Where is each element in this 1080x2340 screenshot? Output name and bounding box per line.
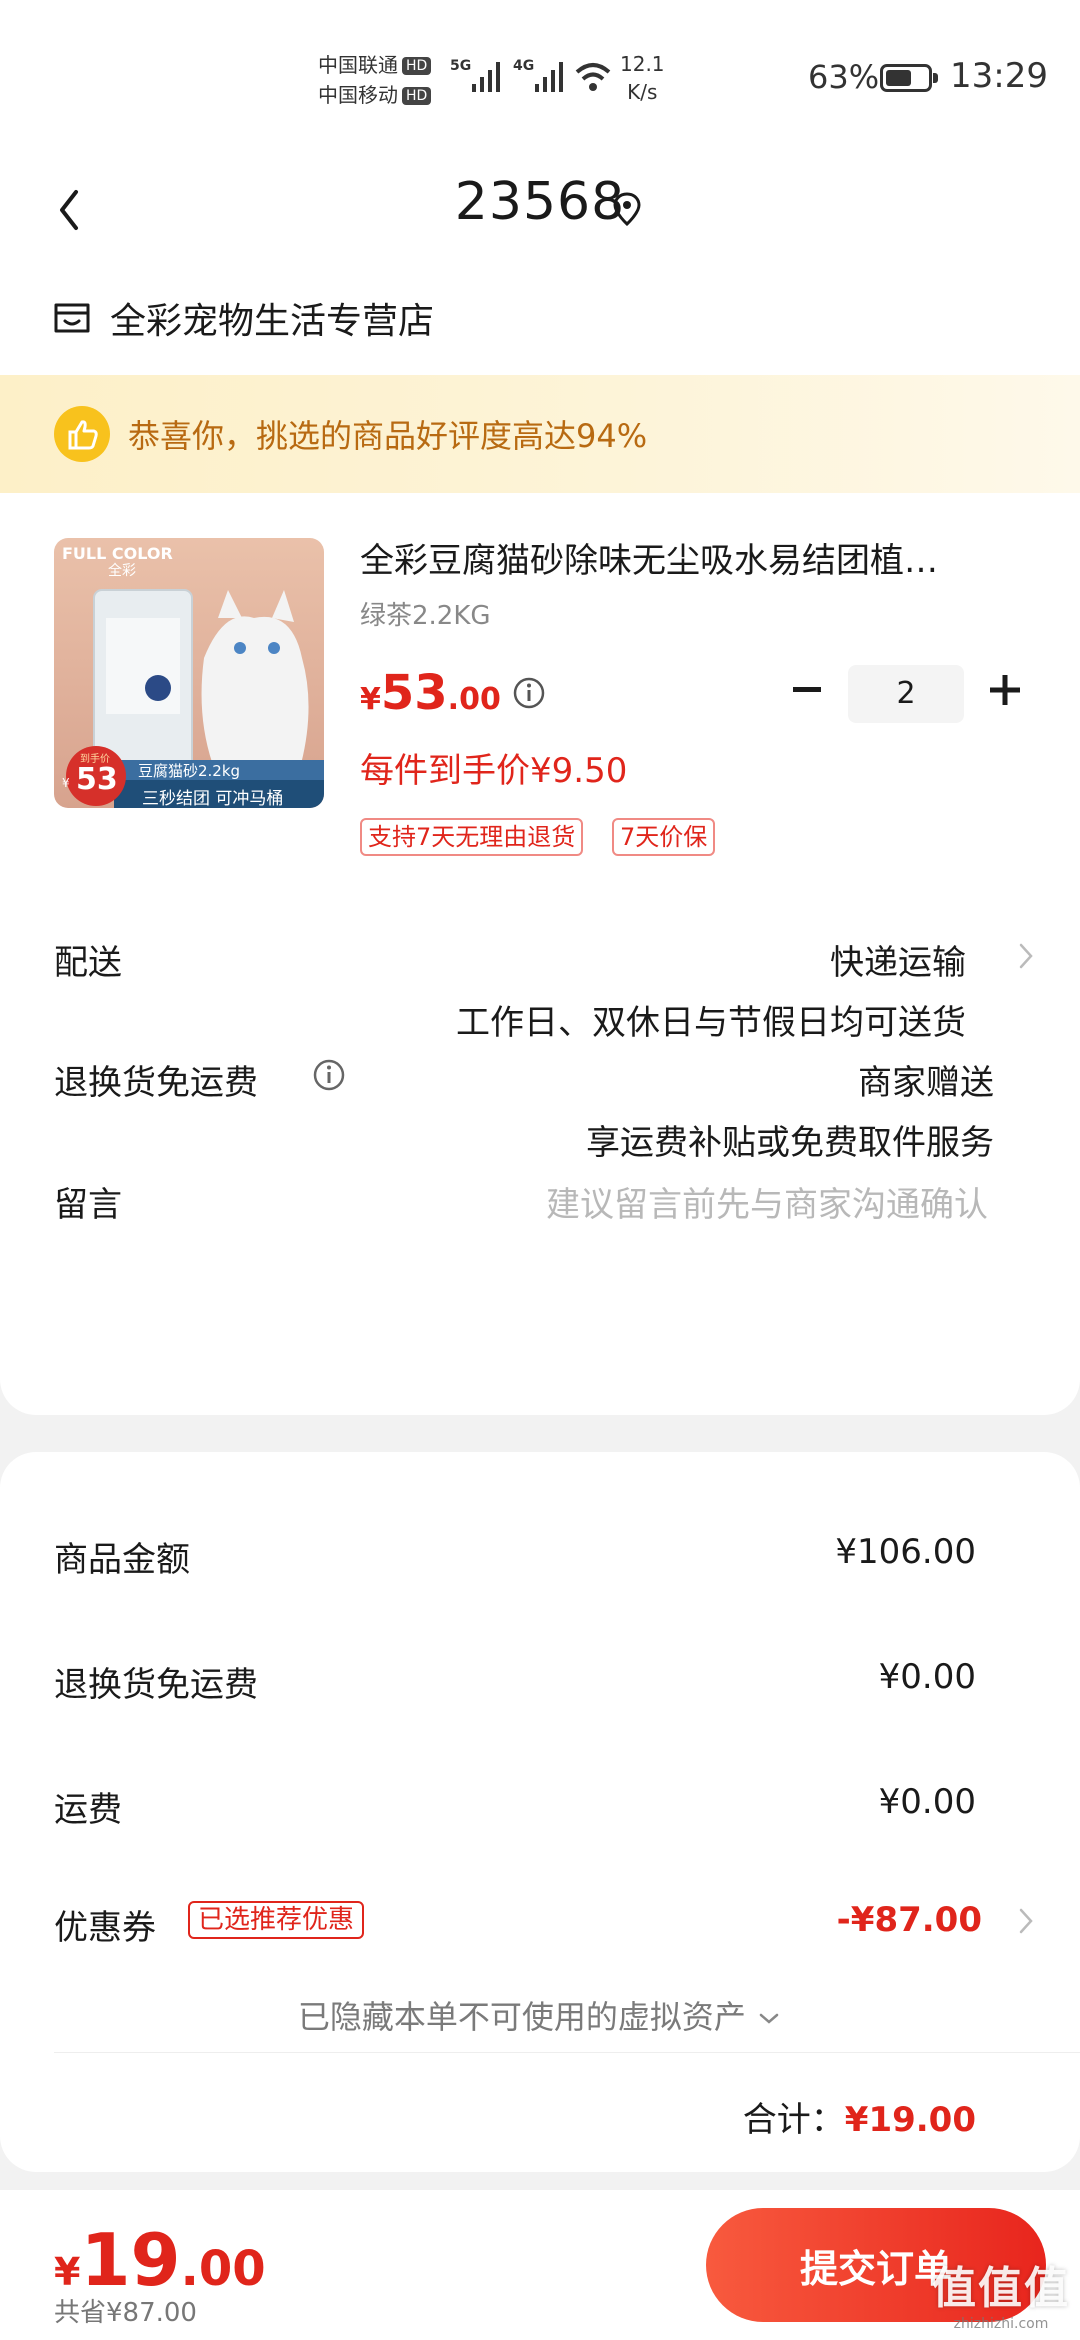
bottom-total-price: ¥19.00 — [54, 2218, 266, 2302]
speed-value: 12.1 — [620, 52, 665, 76]
price-summary-card: 商品金额 ¥106.00 退换货免运费 ¥0.00 运费 ¥0.00 优惠券 已… — [0, 1452, 1080, 2172]
bottom-price-integer: 19 — [80, 2218, 181, 2302]
return-fee-value: ¥0.00 — [878, 1657, 976, 1697]
price-currency: ¥ — [360, 682, 381, 717]
delivery-label: 配送 — [54, 943, 122, 983]
carrier-2: 中国移动 — [318, 83, 398, 107]
minus-icon — [793, 687, 821, 692]
return-insurance-value: 商家赠送 — [858, 1063, 994, 1103]
speed-unit: K/s — [627, 80, 658, 104]
chevron-down-icon — [759, 2013, 779, 2024]
status-bar: 中国联通 HD 中国移动 HD 5G 4G 12.1 K/s 63% 13:29 — [0, 0, 1080, 150]
shipping-value: ¥0.00 — [878, 1782, 976, 1822]
hidden-assets-text: 已隐藏本单不可使用的虚拟资产 — [297, 1998, 746, 2036]
total-value: ¥19.00 — [844, 2100, 976, 2140]
title-wrap: 23568 — [0, 172, 1080, 232]
product-title[interactable]: 全彩豆腐猫砂除味无尘吸水易结团植… — [360, 533, 1030, 582]
plus-icon — [990, 675, 1020, 705]
hd-badge: HD — [402, 87, 432, 105]
delivery-method[interactable]: 快递运输 — [830, 935, 966, 984]
subtotal-label: 商品金额 — [54, 1540, 190, 1580]
thumbs-up-icon — [54, 406, 110, 462]
message-label: 留言 — [54, 1185, 122, 1225]
nav-header: 23568 全彩宠物生活专营店 — [0, 150, 1080, 375]
info-icon[interactable] — [312, 1058, 346, 1092]
unit-price: 每件到手价¥9.50 — [360, 751, 628, 791]
bottom-currency: ¥ — [54, 2250, 81, 2294]
carrier-1: 中国联通 — [318, 53, 398, 77]
delivery-desc: 工作日、双休日与节假日均可送货 — [456, 1003, 966, 1043]
signal-icon — [535, 62, 563, 92]
coupon-label: 优惠券 — [54, 1908, 156, 1948]
hidden-assets-toggle[interactable]: 已隐藏本单不可使用的虚拟资产 — [0, 1992, 1080, 2038]
product-image[interactable]: FULL COLOR 全彩 豆腐猫砂2.2kg 三秒结团 可冲马桶 到手价 ¥ … — [54, 538, 324, 808]
product-spec[interactable]: 绿茶2.2KG — [360, 595, 491, 632]
network-type-4g: 4G — [513, 58, 535, 74]
shop-name: 全彩宠物生活专营店 — [110, 301, 435, 342]
info-icon[interactable] — [512, 676, 546, 710]
return-insurance-desc: 享运费补贴或免费取件服务 — [586, 1123, 994, 1163]
quantity-input[interactable]: 2 — [848, 665, 964, 723]
divider — [54, 2052, 1080, 2053]
clock: 13:29 — [950, 56, 1048, 96]
total-label: 合计： — [742, 2100, 845, 2140]
badge-price: 53 — [76, 762, 118, 797]
price-integer: 53 — [380, 665, 448, 721]
coupon-tag: 已选推荐优惠 — [188, 1901, 365, 1939]
watermark-url: zhizhizhi.com — [953, 2316, 1049, 2332]
order-card: FULL COLOR 全彩 豆腐猫砂2.2kg 三秒结团 可冲马桶 到手价 ¥ … — [0, 493, 1080, 1415]
carrier-info: 中国联通 HD 中国移动 HD — [318, 50, 432, 110]
chevron-right-icon[interactable] — [1016, 1904, 1036, 1938]
price-decimal: .00 — [447, 682, 501, 717]
total-saved: 共省¥87.00 — [54, 2298, 197, 2328]
site-watermark: 值值值 zhizhizhi.com — [926, 2252, 1076, 2338]
rating-banner: 恭喜你，挑选的商品好评度高达94% — [0, 375, 1080, 493]
battery-icon — [880, 64, 938, 92]
tag-7day-return: 支持7天无理由退货 — [360, 818, 584, 856]
bottom-bar: ¥19.00 共省¥87.00 提交订单 — [0, 2190, 1080, 2340]
network-speed: 12.1 K/s — [620, 50, 665, 106]
quantity-decrease-button[interactable] — [786, 665, 828, 715]
location-icon[interactable] — [612, 190, 642, 230]
shipping-label: 运费 — [54, 1790, 122, 1830]
total-row: 合计：¥19.00 — [743, 2092, 976, 2141]
quantity-increase-button[interactable] — [984, 665, 1026, 715]
shop-icon — [54, 303, 90, 333]
return-fee-label: 退换货免运费 — [54, 1665, 258, 1705]
tag-price-protection: 7天价保 — [612, 818, 716, 856]
brand-logo-cn: 全彩 — [108, 563, 136, 579]
watermark-logo: 值值值 — [932, 2263, 1070, 2314]
banner-text: 恭喜你，挑选的商品好评度高达94% — [128, 417, 648, 455]
hd-badge: HD — [402, 57, 432, 75]
page-title: 23568 — [454, 172, 626, 232]
image-caption-1: 豆腐猫砂2.2kg — [138, 762, 241, 780]
shop-row[interactable]: 全彩宠物生活专营店 — [52, 288, 434, 348]
badge-currency: ¥ — [62, 776, 70, 790]
wifi-icon — [575, 63, 611, 91]
bottom-price-decimal: .00 — [180, 2241, 266, 2297]
message-input[interactable]: 建议留言前先与商家沟通确认 — [546, 1177, 988, 1226]
battery-percent: 63% — [808, 58, 880, 96]
return-insurance-label: 退换货免运费 — [54, 1063, 258, 1103]
product-price: ¥53.00 — [360, 665, 501, 721]
image-caption-2: 三秒结团 可冲马桶 — [142, 789, 284, 808]
chevron-right-icon[interactable] — [1016, 939, 1036, 973]
coupon-value[interactable]: -¥87.00 — [837, 1900, 982, 1940]
signal-icon — [472, 62, 500, 92]
network-type-5g: 5G — [450, 58, 472, 74]
subtotal-value: ¥106.00 — [835, 1532, 976, 1572]
